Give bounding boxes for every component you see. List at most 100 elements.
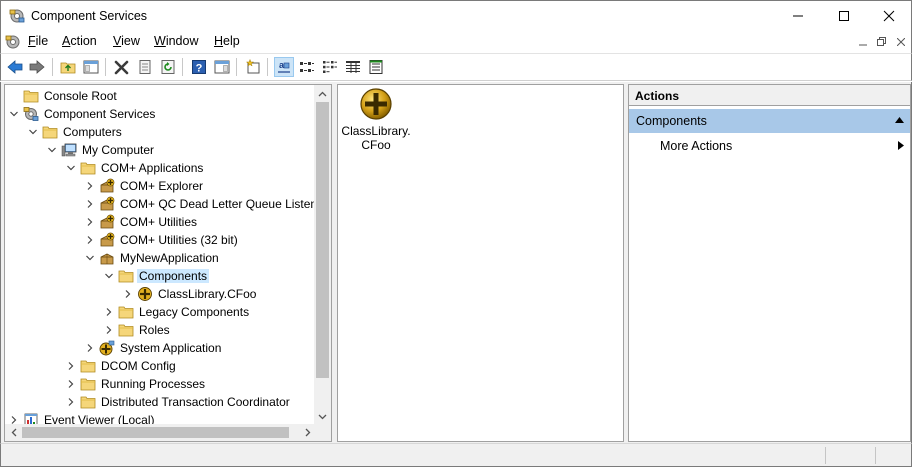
scrollbar-thumb[interactable] <box>22 427 289 438</box>
tree-node-mynewapplication[interactable]: MyNewApplication <box>5 249 317 267</box>
tree-node-com-explorer[interactable]: COM+ Explorer <box>5 177 317 195</box>
folder-icon <box>118 270 134 283</box>
more-actions-link[interactable]: More Actions <box>660 139 732 153</box>
com-application-icon <box>100 196 115 211</box>
expand-chevron-right-icon[interactable] <box>66 397 76 407</box>
maximize-button[interactable] <box>821 1 867 31</box>
component-icon <box>138 287 152 301</box>
component-item[interactable]: ClassLibrary. CFoo <box>338 87 414 152</box>
mdi-minimize-button[interactable] <box>854 34 871 49</box>
mdi-close-button[interactable] <box>892 34 909 49</box>
mdi-restore-button[interactable] <box>873 34 890 49</box>
forward-button[interactable] <box>27 57 47 77</box>
console-tree[interactable]: Console Root Component Services Computers M… <box>4 84 332 442</box>
scrollbar-thumb[interactable] <box>316 102 329 378</box>
delete-button[interactable] <box>112 57 132 77</box>
result-pane[interactable]: ClassLibrary. CFoo <box>337 84 624 442</box>
menu-window[interactable]: Window <box>154 34 198 48</box>
scroll-down-button[interactable] <box>314 408 331 425</box>
tree-node-com-qc-dead-letter-queue-listener[interactable]: COM+ QC Dead Letter Queue Listener <box>5 195 328 213</box>
small-icons-view-icon <box>300 62 314 72</box>
tree-node-component-services[interactable]: Component Services <box>5 105 317 123</box>
menu-view-accel: V <box>113 34 122 48</box>
show-hide-console-tree-button[interactable] <box>81 57 101 77</box>
component-item-label-1: ClassLibrary. <box>341 124 411 138</box>
actions-header: Actions <box>629 85 910 106</box>
actions-section-components[interactable]: Components <box>629 109 910 133</box>
menu-action-label: ction <box>70 34 97 48</box>
back-button[interactable] <box>5 57 25 77</box>
tree-node-com-utilities[interactable]: COM+ Utilities <box>5 213 317 231</box>
status-bar <box>0 443 912 467</box>
close-icon <box>883 10 895 22</box>
view-detail-button[interactable] <box>343 57 363 77</box>
tree-node-running-processes[interactable]: Running Processes <box>5 375 317 393</box>
scroll-left-button[interactable] <box>5 424 22 441</box>
expand-chevron-down-icon[interactable] <box>85 253 95 263</box>
tree-vertical-scrollbar[interactable] <box>314 85 331 425</box>
tree-node-roles[interactable]: Roles <box>5 321 317 339</box>
folder-icon <box>80 360 96 373</box>
up-one-level-button[interactable] <box>58 57 78 77</box>
collapse-up-icon[interactable] <box>895 117 904 123</box>
tree-node-dcom-config[interactable]: DCOM Config <box>5 357 317 375</box>
system-menu-icon[interactable] <box>5 34 21 50</box>
view-list-button[interactable] <box>320 57 340 77</box>
expand-chevron-right-icon[interactable] <box>85 217 95 227</box>
submenu-arrow-icon[interactable] <box>898 141 904 150</box>
tree-node-com-applications[interactable]: COM+ Applications <box>5 159 317 177</box>
properties-button[interactable] <box>135 57 155 77</box>
expand-chevron-right-icon[interactable] <box>85 199 95 209</box>
minimize-icon <box>793 15 803 17</box>
menu-file-accel: F <box>28 34 36 48</box>
tree-node-label: ClassLibrary.CFoo <box>158 287 257 301</box>
new-item-button[interactable] <box>243 57 263 77</box>
expand-chevron-right-icon[interactable] <box>123 289 133 299</box>
tree-node-classlibrary-cfoo[interactable]: ClassLibrary.CFoo <box>5 285 317 303</box>
tree-node-distributed-transaction-coordinator[interactable]: Distributed Transaction Coordinator <box>5 393 317 411</box>
tree-node-legacy-components[interactable]: Legacy Components <box>5 303 317 321</box>
tree-node-console-root[interactable]: Console Root <box>5 87 317 105</box>
menu-view[interactable]: View <box>113 34 140 48</box>
expand-chevron-right-icon[interactable] <box>66 361 76 371</box>
tree-horizontal-scrollbar[interactable] <box>5 424 316 441</box>
detail-view-icon <box>346 61 360 73</box>
expand-chevron-down-icon[interactable] <box>9 109 19 119</box>
expand-chevron-right-icon[interactable] <box>104 307 114 317</box>
expand-chevron-right-icon[interactable] <box>85 235 95 245</box>
expand-chevron-right-icon[interactable] <box>104 325 114 335</box>
menu-file[interactable]: File <box>28 34 48 48</box>
status-divider <box>875 447 876 464</box>
folder-icon <box>80 378 96 391</box>
expand-chevron-down-icon[interactable] <box>104 271 114 281</box>
close-icon <box>896 37 905 46</box>
expand-chevron-right-icon[interactable] <box>66 379 76 389</box>
tree-node-system-application[interactable]: System Application <box>5 339 317 357</box>
close-button[interactable] <box>866 1 912 31</box>
console-tree-icon <box>83 60 99 74</box>
expand-chevron-down-icon[interactable] <box>28 127 38 137</box>
expand-chevron-right-icon[interactable] <box>85 343 95 353</box>
tree-node-com-utilities-32-bit[interactable]: COM+ Utilities (32 bit) <box>5 231 317 249</box>
export-list-button[interactable] <box>366 57 386 77</box>
view-large-icons-button[interactable]: a <box>274 57 294 77</box>
help-button[interactable]: ? <box>189 57 209 77</box>
tree-node-my-computer[interactable]: My Computer <box>5 141 317 159</box>
menu-action[interactable]: Action <box>62 34 97 48</box>
tree-node-components[interactable]: Components <box>5 267 317 285</box>
toolbar-separator <box>182 58 183 76</box>
refresh-button[interactable] <box>158 57 178 77</box>
show-hide-action-pane-button[interactable] <box>212 57 232 77</box>
expand-chevron-down-icon[interactable] <box>47 145 57 155</box>
expand-chevron-down-icon[interactable] <box>66 163 76 173</box>
minimize-button[interactable] <box>775 1 821 31</box>
svg-text:?: ? <box>196 63 203 75</box>
folder-icon <box>118 324 134 337</box>
scroll-up-button[interactable] <box>314 85 331 102</box>
menu-help[interactable]: Help <box>214 34 240 48</box>
expand-chevron-right-icon[interactable] <box>85 181 95 191</box>
forward-arrow-icon <box>29 60 45 74</box>
view-small-icons-button[interactable] <box>297 57 317 77</box>
tree-node-label: MyNewApplication <box>120 251 219 265</box>
tree-node-computers[interactable]: Computers <box>5 123 317 141</box>
